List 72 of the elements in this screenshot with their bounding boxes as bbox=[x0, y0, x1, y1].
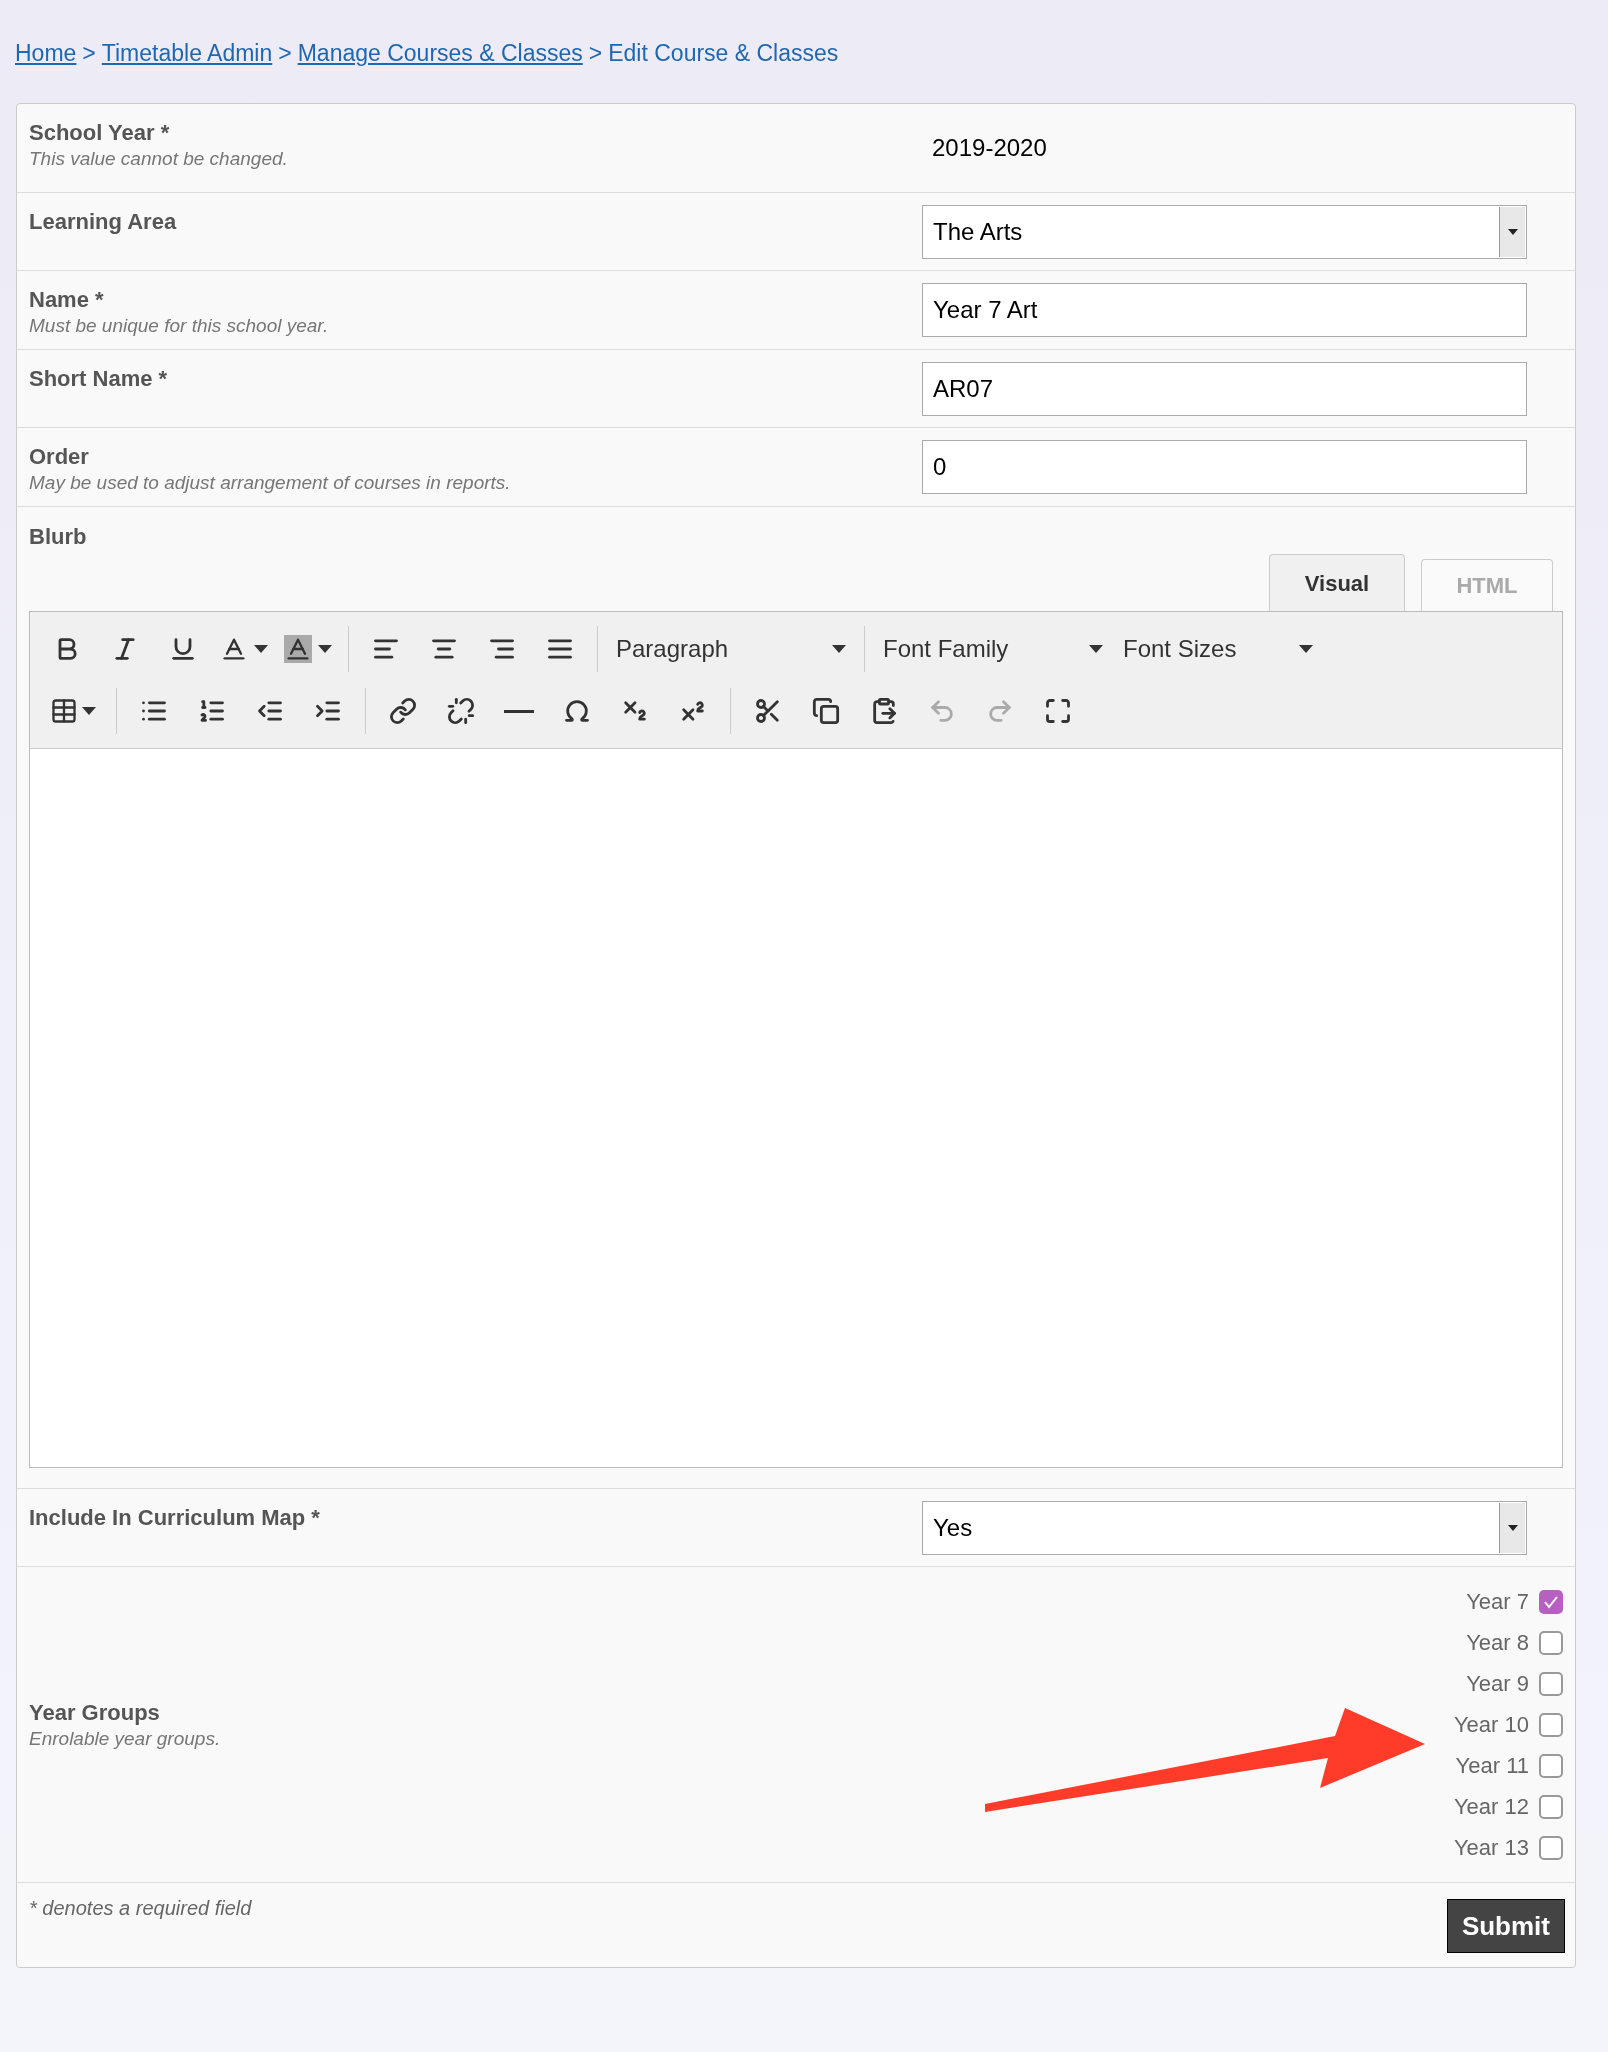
paste-icon bbox=[870, 697, 898, 725]
checkbox-label: Year 8 bbox=[1466, 1629, 1529, 1657]
toolbar-dropdown[interactable]: Font Family bbox=[873, 625, 1113, 673]
numbered-list-icon bbox=[198, 697, 226, 725]
toolbar-dropdown[interactable]: Paragraph bbox=[606, 625, 856, 673]
copy-icon bbox=[812, 697, 840, 725]
checkbox[interactable] bbox=[1539, 1589, 1563, 1614]
breadcrumb-link[interactable]: Home bbox=[15, 35, 77, 71]
breadcrumb-separator: > bbox=[82, 38, 96, 68]
checkbox-label: Year 12 bbox=[1453, 1793, 1529, 1821]
text-field[interactable]: Year 7 Art bbox=[922, 283, 1527, 337]
select-field[interactable]: The Arts bbox=[922, 204, 1527, 259]
select-value: Yes bbox=[932, 1512, 973, 1543]
checkbox[interactable] bbox=[1539, 1671, 1563, 1696]
special-character-icon bbox=[563, 697, 591, 725]
link-icon bbox=[389, 697, 417, 725]
underline-icon bbox=[169, 635, 197, 663]
field-label: School Year * bbox=[29, 119, 171, 147]
checkbox[interactable] bbox=[1539, 1712, 1563, 1737]
breadcrumb-separator: > bbox=[278, 38, 292, 68]
redo-icon bbox=[986, 697, 1014, 725]
submit-button[interactable]: Submit bbox=[1446, 1899, 1565, 1953]
text-field[interactable]: 0 bbox=[922, 440, 1527, 494]
caret-icon bbox=[832, 645, 846, 653]
caret-icon bbox=[254, 645, 268, 653]
checkbox[interactable] bbox=[1539, 1835, 1563, 1860]
field-hint: May be used to adjust arrangement of courses in reports. bbox=[29, 471, 511, 495]
caret-icon bbox=[1089, 645, 1103, 653]
field-label: Blurb bbox=[29, 523, 88, 551]
field-hint: Must be unique for this school year. bbox=[29, 314, 329, 338]
checkbox[interactable] bbox=[1539, 1794, 1563, 1819]
field-label: Order bbox=[29, 443, 90, 471]
field-hint: Enrolable year groups. bbox=[29, 1726, 221, 1751]
checkbox-label: Year 10 bbox=[1453, 1711, 1529, 1739]
field-label: Include In Curriculum Map * bbox=[29, 1504, 320, 1532]
field-label: Name * bbox=[29, 286, 105, 314]
checkbox-label: Year 9 bbox=[1466, 1670, 1529, 1698]
field-label: Year Groups bbox=[29, 1698, 161, 1727]
breadcrumb-link[interactable]: Manage Courses & Classes bbox=[297, 35, 583, 71]
horizontal-rule-icon bbox=[504, 709, 534, 713]
required-note: * denotes a required field bbox=[29, 1896, 252, 1921]
text-field[interactable]: AR07 bbox=[922, 361, 1527, 416]
checkbox-label: Year 13 bbox=[1453, 1834, 1529, 1862]
caret-icon bbox=[1507, 228, 1518, 235]
field-label: Short Name * bbox=[29, 365, 168, 393]
fullscreen-icon bbox=[1044, 697, 1072, 725]
caret-icon bbox=[82, 707, 96, 715]
field-hint: This value cannot be changed. bbox=[29, 147, 288, 171]
field-value: 2019-2020 bbox=[931, 133, 1048, 163]
editor-tab[interactable]: Visual bbox=[1269, 554, 1405, 612]
field-label: Learning Area bbox=[29, 208, 177, 236]
breadcrumb-current: Edit Course & Classes bbox=[608, 38, 839, 68]
select-arrow-button[interactable] bbox=[1499, 206, 1525, 257]
checkbox-label: Year 11 bbox=[1455, 1752, 1529, 1780]
checkbox[interactable] bbox=[1539, 1630, 1563, 1655]
select-arrow-button[interactable] bbox=[1499, 1502, 1525, 1553]
caret-icon bbox=[318, 645, 332, 653]
cut-icon bbox=[754, 697, 782, 725]
select-field[interactable]: Yes bbox=[922, 1500, 1527, 1555]
checkmark-icon bbox=[1543, 1594, 1559, 1609]
breadcrumb-link[interactable]: Timetable Admin bbox=[101, 35, 273, 71]
breadcrumb-separator: > bbox=[588, 38, 603, 68]
caret-icon bbox=[1299, 645, 1313, 653]
caret-icon bbox=[1507, 1524, 1518, 1531]
unlink-icon bbox=[447, 697, 475, 725]
toolbar-dropdown[interactable]: Font Sizes bbox=[1113, 625, 1323, 673]
highlight-icon bbox=[284, 635, 312, 663]
undo-icon bbox=[928, 697, 956, 725]
checkbox-label: Year 7 bbox=[1466, 1588, 1529, 1616]
checkbox[interactable] bbox=[1539, 1753, 1563, 1778]
table-icon bbox=[50, 697, 78, 725]
select-value: The Arts bbox=[932, 216, 1023, 247]
